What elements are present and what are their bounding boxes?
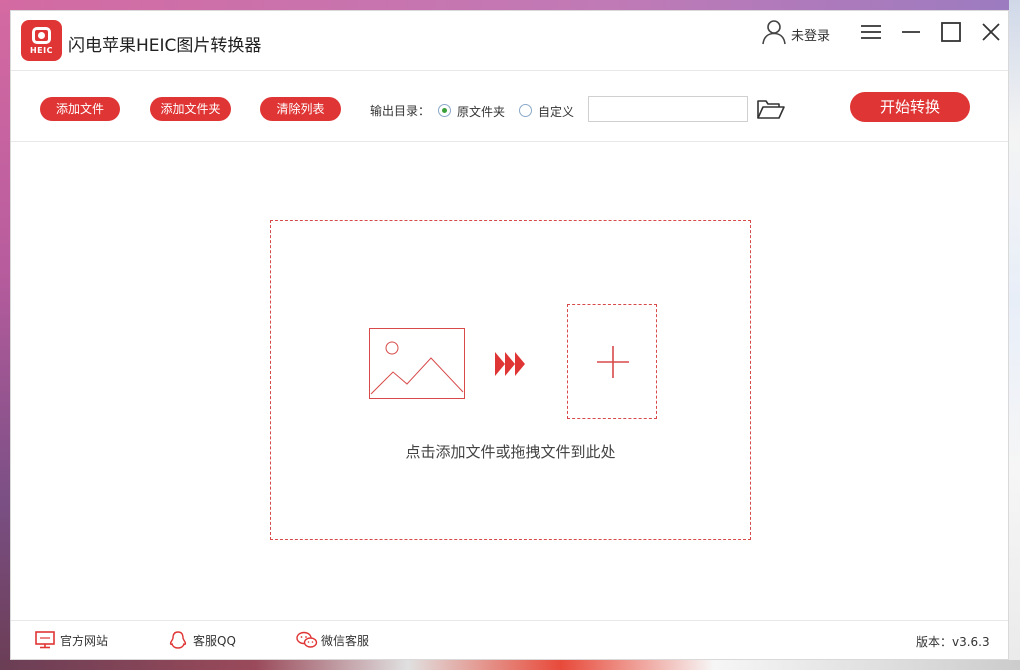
start-convert-button[interactable]: 开始转换 bbox=[850, 92, 970, 122]
clear-list-button[interactable]: 清除列表 bbox=[260, 97, 341, 121]
user-icon bbox=[762, 20, 786, 45]
desktop-background-top bbox=[0, 0, 1020, 10]
version-label: 版本：v3.6.3 bbox=[916, 635, 990, 649]
close-icon[interactable] bbox=[979, 21, 1003, 43]
support-wechat-link[interactable]: 微信客服 bbox=[296, 631, 386, 649]
image-icon bbox=[369, 328, 465, 399]
arrows-icon bbox=[495, 352, 525, 376]
output-directory-label: 输出目录： bbox=[370, 104, 431, 118]
monitor-icon bbox=[35, 631, 55, 649]
menu-icon[interactable] bbox=[859, 21, 883, 43]
output-path-input[interactable] bbox=[588, 96, 748, 122]
add-file-button[interactable]: 添加文件 bbox=[40, 97, 120, 121]
radio-original-folder[interactable] bbox=[438, 104, 451, 117]
official-site-label: 官方网站 bbox=[60, 634, 109, 648]
drop-hint-text: 点击添加文件或拖拽文件到此处 bbox=[405, 443, 616, 461]
support-qq-link[interactable]: 客服QQ bbox=[168, 631, 258, 649]
add-folder-button[interactable]: 添加文件夹 bbox=[150, 97, 231, 121]
support-qq-label: 客服QQ bbox=[193, 634, 236, 648]
folder-open-icon[interactable] bbox=[756, 98, 786, 120]
user-status-label: 未登录 bbox=[791, 29, 831, 44]
app-window: HEIC 闪电苹果HEIC图片转换器 未登录 添加文件 添加文件夹 清除列表 输… bbox=[10, 10, 1009, 660]
app-logo: HEIC bbox=[21, 20, 62, 61]
footer: 官方网站 客服QQ 微信客服 版本：v3.6.3 bbox=[11, 620, 1008, 659]
add-file-target[interactable] bbox=[567, 304, 657, 419]
official-site-link[interactable]: 官方网站 bbox=[35, 631, 125, 649]
desktop-background-left bbox=[0, 0, 10, 670]
radio-original-folder-label[interactable]: 原文件夹 bbox=[457, 103, 505, 120]
file-drop-zone[interactable]: 点击添加文件或拖拽文件到此处 bbox=[270, 220, 751, 540]
qq-icon bbox=[169, 631, 187, 649]
title-bar: HEIC 闪电苹果HEIC图片转换器 未登录 bbox=[11, 11, 1008, 71]
plus-icon bbox=[597, 346, 629, 378]
radio-custom[interactable] bbox=[519, 104, 532, 117]
wechat-icon bbox=[296, 631, 318, 648]
maximize-icon[interactable] bbox=[939, 21, 963, 43]
support-wechat-label: 微信客服 bbox=[321, 634, 370, 648]
minimize-icon[interactable] bbox=[899, 21, 923, 43]
desktop-background-bottom bbox=[0, 660, 1020, 670]
app-title: 闪电苹果HEIC图片转换器 bbox=[68, 36, 262, 56]
toolbar: 添加文件 添加文件夹 清除列表 输出目录： 原文件夹 自定义 开始转换 bbox=[11, 72, 1008, 142]
logo-text: HEIC bbox=[29, 46, 53, 55]
desktop-background-right bbox=[1009, 0, 1020, 670]
camera-icon bbox=[32, 27, 51, 44]
radio-custom-label[interactable]: 自定义 bbox=[538, 103, 574, 120]
